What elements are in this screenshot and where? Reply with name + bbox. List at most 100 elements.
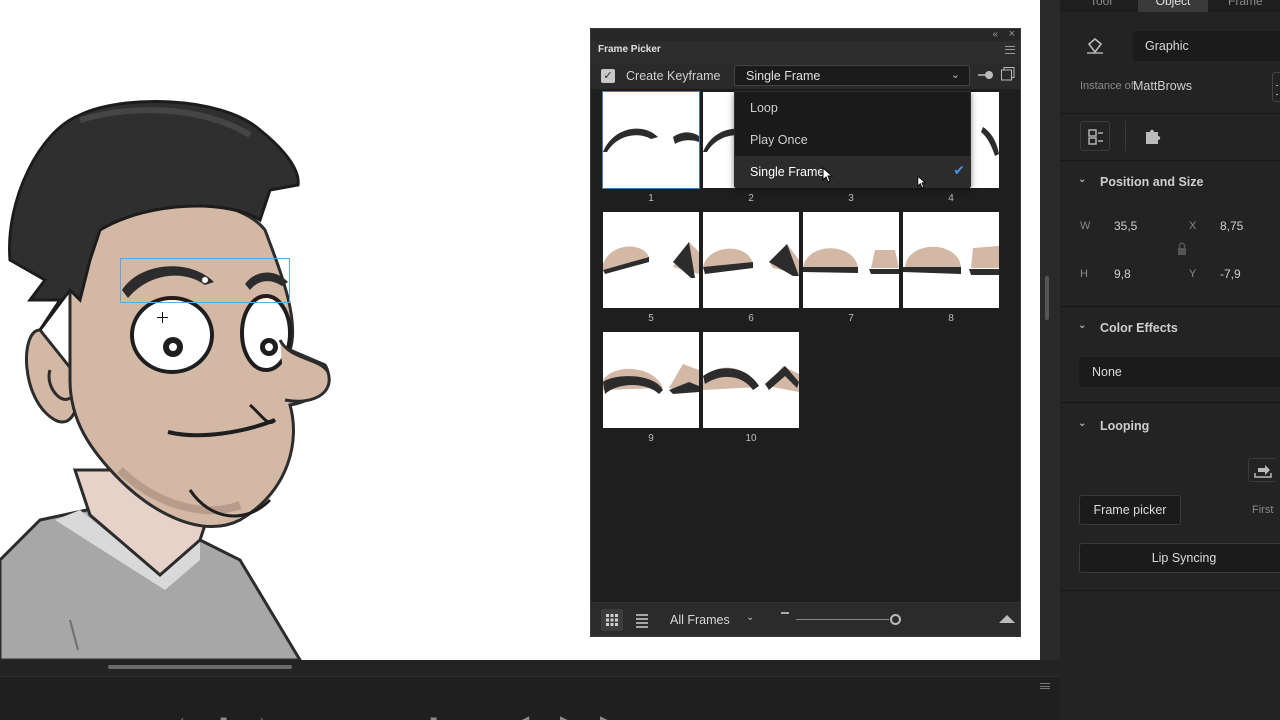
frames-filter-select[interactable]: All Frames ⌄ (664, 609, 760, 631)
frame-thumbnail[interactable] (602, 91, 700, 189)
divider (1060, 402, 1280, 403)
create-keyframe-checkbox[interactable]: ✓ (601, 69, 615, 83)
frame-number: 6 (748, 313, 754, 324)
frame-picker-toolbar: ✓ Create Keyframe Single Frame ⌄ (591, 63, 1020, 89)
divider (1060, 590, 1280, 591)
mouse-cursor-ghost-icon (917, 175, 927, 189)
frame-thumbnail[interactable] (803, 212, 899, 308)
loop-mode-value: Single Frame (746, 69, 821, 83)
zoom-in-icon[interactable] (999, 612, 1015, 624)
checkmark-icon: ✔ (953, 162, 965, 178)
divider (1125, 121, 1126, 151)
position-size-section-header[interactable]: ⌄ Position and Size (1078, 174, 1258, 193)
collapse-panel-icon[interactable]: « (992, 29, 998, 40)
horizontal-scrollbar-thumb[interactable] (108, 665, 292, 669)
frame-number: 2 (748, 193, 754, 204)
panel-menu-icon[interactable] (1005, 46, 1015, 54)
frame-number: 8 (948, 313, 954, 324)
edit-symbol-button[interactable] (1080, 121, 1110, 151)
transform-point-icon[interactable] (201, 276, 209, 284)
graphic-symbol-icon (1087, 38, 1103, 54)
frame-thumbnail[interactable] (603, 332, 699, 428)
symbol-edit-icon (1088, 129, 1103, 145)
keyframe-icon[interactable]: ■ (220, 713, 227, 720)
frame-number: 3 (848, 193, 854, 204)
tab-tool[interactable]: Tool (1090, 0, 1112, 8)
vertical-scrollbar-thumb[interactable] (1045, 276, 1049, 320)
tab-object[interactable]: Object (1138, 0, 1208, 12)
section-title: Color Effects (1100, 321, 1178, 335)
swap-symbol-button[interactable] (1272, 72, 1280, 102)
stage-vertical-scroll-area (1040, 0, 1060, 680)
frame-number: 9 (648, 433, 654, 444)
dropdown-item-single-frame[interactable]: Single Frame ✔ (735, 156, 970, 188)
frame-number: 7 (848, 313, 854, 324)
frames-filter-value: All Frames (670, 613, 730, 627)
close-panel-icon[interactable]: × (1009, 28, 1015, 40)
create-keyframe-label: Create Keyframe (626, 69, 721, 83)
properties-panel: Tool Object Frame Graphic Instance of: M… (1060, 0, 1280, 720)
timeline-menu-icon[interactable] (1040, 683, 1050, 689)
zoom-out-icon[interactable] (781, 612, 789, 614)
width-field[interactable]: 35,5 (1114, 219, 1137, 233)
frame-picker-titlebar[interactable]: « × Frame Picker (591, 28, 1020, 63)
looping-section-header[interactable]: ⌄ Looping (1078, 418, 1258, 437)
thumbnail-size-slider[interactable] (796, 619, 889, 620)
prev-icon[interactable]: ‹ (180, 713, 184, 720)
properties-tabs: Tool Object Frame (1060, 0, 1280, 12)
chevron-down-icon: ⌄ (1078, 320, 1087, 331)
frame-thumbnail[interactable] (603, 212, 699, 308)
panel-drag-strip[interactable] (591, 29, 1020, 41)
break-apart-button[interactable] (1137, 121, 1167, 151)
tab-frame[interactable]: Frame (1228, 0, 1263, 8)
y-label: Y (1189, 268, 1197, 280)
frame-thumbnail[interactable] (903, 212, 999, 308)
frame-number: 10 (745, 433, 757, 444)
height-label: H (1080, 268, 1088, 280)
dropdown-item-play-once[interactable]: Play Once (735, 124, 970, 156)
character-illustration[interactable] (0, 0, 340, 660)
y-field[interactable]: -7,9 (1220, 267, 1241, 281)
section-title: Looping (1100, 419, 1150, 433)
frame-picker-button[interactable]: Frame picker (1079, 495, 1181, 525)
dropdown-item-loop[interactable]: Loop (735, 92, 970, 124)
height-field[interactable]: 9,8 (1114, 267, 1131, 281)
divider (1060, 160, 1280, 161)
copy-frames-icon[interactable] (1001, 67, 1015, 81)
loop-mode-select[interactable]: Single Frame ⌄ (734, 65, 970, 86)
horizontal-scrollbar[interactable] (0, 660, 1060, 676)
color-effects-section-header[interactable]: ⌄ Color Effects (1078, 320, 1258, 339)
symbol-type-value: Graphic (1145, 39, 1189, 53)
frame-number: 5 (648, 313, 654, 324)
loop-options-button[interactable] (1248, 458, 1276, 482)
puzzle-icon (1146, 129, 1161, 144)
link-icon[interactable] (1177, 242, 1187, 256)
x-field[interactable]: 8,75 (1220, 219, 1243, 233)
play-icon[interactable]: ▶ (560, 713, 569, 720)
frame-thumbnail[interactable] (703, 212, 799, 308)
lip-syncing-button[interactable]: Lip Syncing (1079, 543, 1280, 573)
instance-of-value[interactable]: MattBrows (1133, 79, 1192, 93)
color-effects-select[interactable]: None (1079, 357, 1280, 387)
chevron-down-icon: ⌄ (1078, 174, 1087, 185)
thumbnail-size-slider-handle[interactable] (890, 614, 901, 625)
frame-number: 1 (648, 193, 654, 204)
dropdown-item-label: Single Frame (750, 165, 825, 179)
frame-icon[interactable]: ■ (430, 713, 437, 720)
next-icon[interactable]: › (260, 713, 264, 720)
symbol-type-select[interactable]: Graphic (1133, 31, 1280, 61)
list-view-button[interactable] (631, 609, 653, 631)
frame-thumbnail[interactable] (703, 332, 799, 428)
divider (1060, 306, 1280, 307)
dropdown-item-label: Loop (750, 101, 778, 115)
loop-icon (1254, 465, 1272, 478)
step-back-icon[interactable]: ◀ (520, 713, 529, 720)
frame-picker-title[interactable]: Frame Picker (598, 44, 661, 55)
pin-icon[interactable] (978, 69, 994, 81)
frame-picker-footer: All Frames ⌄ (591, 602, 1020, 636)
grid-view-button[interactable] (601, 609, 623, 631)
crosshair-icon (157, 312, 168, 323)
width-label: W (1080, 220, 1091, 232)
step-forward-icon[interactable]: ▶ (600, 713, 609, 720)
color-effects-value: None (1092, 365, 1122, 379)
